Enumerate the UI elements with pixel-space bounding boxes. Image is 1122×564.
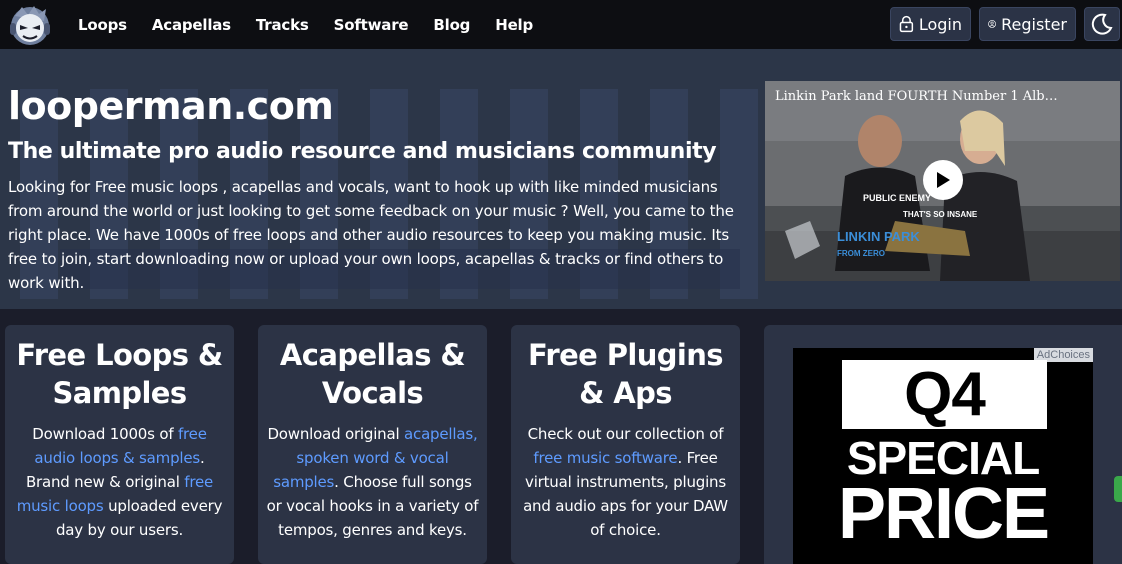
- nav-tracks[interactable]: Tracks: [256, 16, 309, 34]
- card-text: Download 1000s of free audio loops & sam…: [5, 422, 234, 542]
- card-title: Free Plugins & Aps: [528, 338, 724, 410]
- band-name: LINKIN PARK: [837, 229, 920, 244]
- ad-q4-text: Q4: [904, 360, 986, 429]
- ad-q4-box: Q4: [842, 360, 1047, 429]
- login-label: Login: [918, 14, 962, 34]
- advertisement[interactable]: AdChoices Q4 SPECIAL PRICE: [793, 348, 1093, 564]
- main-nav: Loops Acapellas Tracks Software Blog Hel…: [78, 0, 558, 49]
- card-text: Download original acapellas, spoken word…: [258, 422, 487, 542]
- card-text-part: Download 1000s of: [32, 425, 178, 443]
- free-music-software-link[interactable]: free music software: [533, 449, 677, 467]
- lock-icon: [899, 15, 914, 33]
- play-button[interactable]: [923, 160, 963, 200]
- side-widget-tab[interactable]: [1114, 476, 1122, 502]
- register-button[interactable]: Register: [979, 7, 1076, 41]
- hero-description: Looking for Free music loops , acapellas…: [8, 178, 734, 292]
- card-acapellas: Acapellas & Vocals Download original aca…: [258, 325, 487, 564]
- hero-subtitle: The ultimate pro audio resource and musi…: [8, 139, 717, 164]
- card-title: Acapellas & Vocals: [279, 338, 466, 410]
- shirt-text: PUBLIC ENEMY: [863, 193, 931, 203]
- page-title: looperman.com: [8, 84, 334, 128]
- video-title[interactable]: Linkin Park land FOURTH Number 1 Alb…: [775, 89, 1058, 104]
- band-subtitle: FROM ZERO: [837, 249, 885, 258]
- card-title: Free Loops & Samples: [16, 338, 223, 410]
- card-free-plugins: Free Plugins & Aps Check out our collect…: [511, 325, 740, 564]
- nav-help[interactable]: Help: [495, 16, 533, 34]
- register-label: Register: [1001, 14, 1067, 34]
- nav-acapellas[interactable]: Acapellas: [152, 16, 231, 34]
- card-text-part: Check out our collection of: [527, 425, 724, 443]
- nav-loops[interactable]: Loops: [78, 16, 127, 34]
- card-free-loops: Free Loops & Samples Download 1000s of f…: [5, 325, 234, 564]
- login-button[interactable]: Login: [890, 7, 971, 41]
- top-navbar: Loops Acapellas Tracks Software Blog Hel…: [0, 0, 1122, 49]
- play-icon: [937, 172, 950, 188]
- theme-toggle-button[interactable]: [1084, 7, 1120, 41]
- card-text-part: Download original: [267, 425, 405, 443]
- looperman-logo-icon[interactable]: [6, 3, 54, 47]
- card-text: Check out our collection of free music s…: [511, 422, 740, 542]
- user-circle-icon: [988, 20, 996, 28]
- ad-price-text: PRICE: [837, 474, 1050, 554]
- video-embed[interactable]: PUBLIC ENEMY THAT'S SO INSANE LINKIN PAR…: [765, 81, 1120, 281]
- moon-icon: [1091, 13, 1113, 35]
- video-caption: THAT'S SO INSANE: [903, 210, 978, 219]
- nav-blog[interactable]: Blog: [433, 16, 470, 34]
- nav-software[interactable]: Software: [334, 16, 409, 34]
